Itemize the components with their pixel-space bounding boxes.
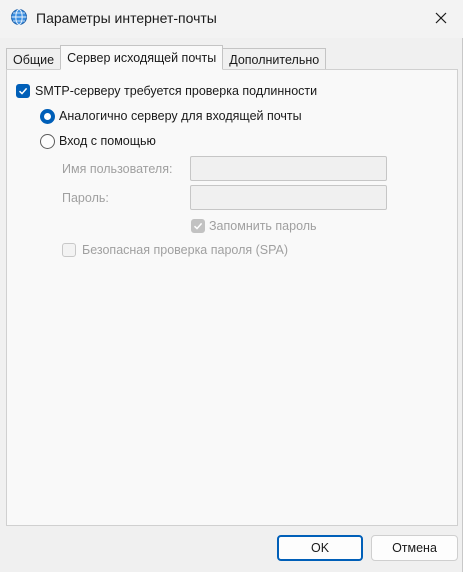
smtp-auth-required-label: SMTP-серверу требуется проверка подлинно… bbox=[35, 84, 318, 98]
checkmark-icon bbox=[193, 222, 203, 230]
cancel-button[interactable]: Отмена bbox=[371, 535, 458, 561]
login-with-label: Вход с помощью bbox=[59, 134, 156, 148]
close-button[interactable] bbox=[424, 4, 458, 32]
tab-label: Общие bbox=[13, 52, 55, 67]
ok-button-label: OK bbox=[310, 541, 330, 555]
tab-general[interactable]: Общие bbox=[6, 48, 62, 70]
tab-advanced[interactable]: Дополнительно bbox=[222, 48, 327, 70]
tab-label: Дополнительно bbox=[229, 52, 320, 67]
tab-outgoing-server[interactable]: Сервер исходящей почты bbox=[60, 45, 224, 70]
tab-panel-outgoing-server: SMTP-серверу требуется проверка подлинно… bbox=[6, 69, 458, 526]
window-title: Параметры интернет-почты bbox=[36, 10, 217, 26]
password-label: Пароль: bbox=[62, 191, 109, 205]
cancel-button-label: Отмена bbox=[392, 541, 437, 555]
checkmark-icon bbox=[18, 87, 28, 95]
smtp-auth-required-checkbox[interactable] bbox=[16, 84, 30, 98]
spa-checkbox[interactable] bbox=[62, 243, 76, 257]
remember-password-checkbox[interactable] bbox=[191, 219, 205, 233]
remember-password-label: Запомнить пароль bbox=[209, 219, 317, 233]
internet-mail-settings-dialog: Параметры интернет-почты Общие Сервер ис… bbox=[0, 0, 463, 572]
spa-label: Безопасная проверка пароля (SPA) bbox=[82, 243, 289, 257]
username-label: Имя пользователя: bbox=[62, 162, 173, 176]
same-as-incoming-label: Аналогично серверу для входящей почты bbox=[59, 109, 302, 123]
same-as-incoming-radio[interactable] bbox=[40, 109, 55, 124]
globe-mail-icon bbox=[10, 8, 28, 26]
ok-button[interactable]: OK bbox=[277, 535, 363, 561]
login-with-radio[interactable] bbox=[40, 134, 55, 149]
title-bar: Параметры интернет-почты bbox=[0, 0, 463, 38]
password-input[interactable] bbox=[190, 185, 387, 210]
tab-strip: Общие Сервер исходящей почты Дополнитель… bbox=[6, 45, 327, 70]
tab-label: Сервер исходящей почты bbox=[67, 50, 217, 65]
username-input[interactable] bbox=[190, 156, 387, 181]
close-icon bbox=[435, 12, 447, 24]
